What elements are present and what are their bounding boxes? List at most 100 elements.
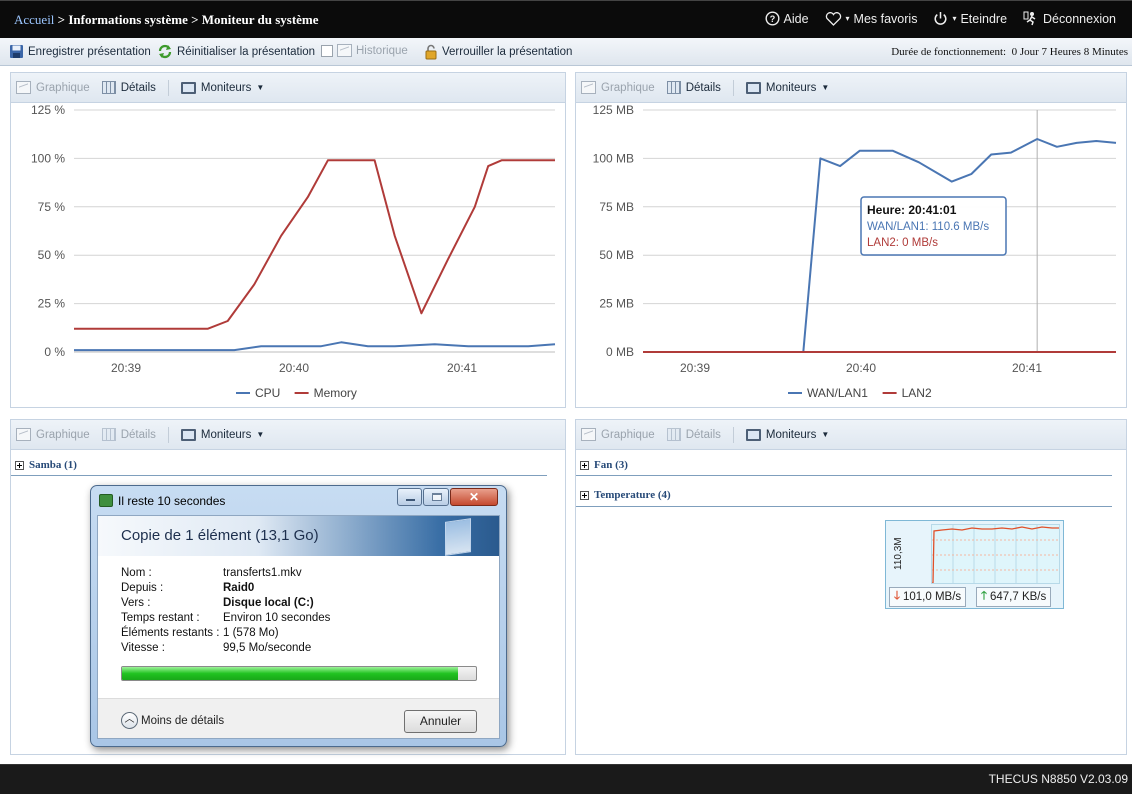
top-nav: ? Aide ▾ Mes favoris ▾ Eteindre Déconnex… [764,11,1116,26]
breadcrumb-level1[interactable]: Informations système [68,12,188,27]
caret-down-icon: ▾ [845,14,850,23]
mini-graph-ylabel: 110,3M [893,537,904,570]
details-tab[interactable]: Détails [666,81,721,94]
chart-icon [16,428,31,441]
history-checkbox[interactable] [321,44,333,57]
bottom-bar: THECUS N8850 V2.03.09 [0,764,1132,794]
details-tab[interactable]: Détails [101,428,156,441]
monitors-menu[interactable]: Moniteurs ▼ [180,428,264,441]
detail-key: Vers : [121,597,151,609]
details-tab-label: Détails [685,81,721,94]
upload-rate-value: 647,7 KB/s [989,591,1047,603]
legend-label: Memory [314,386,357,400]
copy-progress-dialog: Il reste 10 secondes ✕ Copie de 1 élémen… [90,485,507,747]
detail-value[interactable]: Raid0 [223,581,254,596]
graph-tab[interactable]: Graphique [16,81,90,94]
breadcrumb: Accueil > Informations système > Moniteu… [14,12,319,28]
tooltip-title: Heure: 20:41:01 [867,203,957,217]
help-icon: ? [764,11,780,26]
detail-row: Vitesse : 99,5 Mo/seconde [121,641,330,656]
power-icon [934,12,947,25]
y-tick-label: 125 MB [593,104,634,117]
monitor-icon [745,428,761,441]
copy-details: Nom : transferts1.mkv Depuis : Raid0 Vers … [121,566,330,656]
graph-tab-label: Graphique [36,428,90,441]
details-tab-label: Détails [120,81,156,94]
history-label: Historique [356,44,408,57]
shutdown-link[interactable]: ▾ Eteindre [933,11,1007,26]
close-button[interactable]: ✕ [450,488,498,506]
monitors-menu[interactable]: Moniteurs ▼ [745,428,830,441]
layout-toolbar: Enregistrer présentation Réinitialiser l… [0,38,1132,66]
detail-value[interactable]: Disque local (C:) [223,596,314,611]
monitor-icon [180,81,196,94]
save-layout-button[interactable]: Enregistrer présentation [9,44,151,59]
arrow-up-icon: 🡑 [981,589,987,602]
detail-row: Nom : transferts1.mkv [121,566,330,581]
monitors-menu[interactable]: Moniteurs ▼ [180,81,264,94]
graph-tab-label: Graphique [601,81,655,94]
top-bar: Accueil > Informations système > Moniteu… [0,0,1132,38]
maximize-button[interactable] [423,488,449,506]
divider [11,475,547,476]
caret-down-icon: ▾ [952,14,957,23]
graph-tab-label: Graphique [36,81,90,94]
detail-key: Depuis : [121,582,164,594]
details-tab[interactable]: Détails [666,428,721,441]
breadcrumb-separator: > [54,12,69,27]
fewer-details-button[interactable]: ︿ Moins de détails [121,712,224,729]
logout-icon [1023,11,1036,26]
history-button[interactable]: Historique [321,44,408,57]
divider [732,426,734,443]
chart-icon [581,81,596,94]
grid-icon [666,81,681,94]
detail-row: Vers : Disque local (C:) [121,596,330,611]
monitors-menu[interactable]: Moniteurs ▼ [745,81,829,94]
y-tick-label: 100 MB [593,151,634,165]
samba-section[interactable]: Samba (1) [15,459,77,471]
detail-key: Temps restant : [121,612,200,624]
lock-layout-label: Verrouiller la présentation [442,46,573,58]
x-tick-label: 20:39 [680,361,710,375]
maximize-icon [432,493,442,501]
detail-key: Vitesse : [121,642,165,654]
svg-text:?: ? [769,14,775,24]
graph-tab[interactable]: Graphique [581,81,655,94]
logout-link[interactable]: Déconnexion [1023,11,1116,26]
detail-row: Temps restant : Environ 10 secondes [121,611,330,626]
details-tab[interactable]: Détails [101,81,156,94]
detail-row: Éléments restants :1 (578 Mo) [121,626,330,641]
graph-tab-label: Graphique [601,428,655,441]
reset-layout-button[interactable]: Réinitialiser la présentation [157,44,315,59]
tooltip-line: LAN2: 0 MB/s [867,237,938,249]
dialog-body: Copie de 1 élément (13,1 Go) Nom : transf… [97,515,500,739]
download-rate-value: 101,0 MB/s [902,591,962,603]
upload-rate: 🡑 647,7 KB/s [976,587,1052,607]
cancel-button[interactable]: Annuler [404,710,477,733]
breadcrumb-home[interactable]: Accueil [14,12,54,27]
firmware-version: THECUS N8850 V2.03.09 [988,772,1128,786]
fan-section[interactable]: Fan (3) [580,459,628,471]
lock-layout-button[interactable]: Verrouiller la présentation [424,44,572,60]
minimize-button[interactable] [397,488,422,506]
caret-down-icon: ▼ [821,430,830,439]
grid-icon [101,81,116,94]
monitors-menu-label: Moniteurs [765,428,817,441]
detail-row: Depuis : Raid0 [121,581,330,596]
dialog-heading: Copie de 1 élément (13,1 Go) [121,527,319,544]
monitor-icon [745,81,761,94]
details-tab-label: Détails [685,428,721,441]
expand-icon [580,490,589,500]
graph-tab[interactable]: Graphique [16,428,90,441]
help-link[interactable]: ? Aide [764,11,809,26]
favorites-link[interactable]: ▾ Mes favoris [825,11,917,26]
temperature-section[interactable]: Temperature (4) [580,489,671,501]
cpu-memory-panel: Graphique Détails Moniteurs ▼ 125 % 100 % 7… [10,72,566,408]
expand-icon [580,460,589,470]
graph-tab[interactable]: Graphique [581,428,655,441]
divider [167,79,169,96]
panel-header: Graphique Détails Moniteurs ▼ [11,73,565,103]
y-tick-label: 75 MB [599,200,634,214]
grid-icon [666,428,681,441]
monitor-icon [180,428,196,441]
